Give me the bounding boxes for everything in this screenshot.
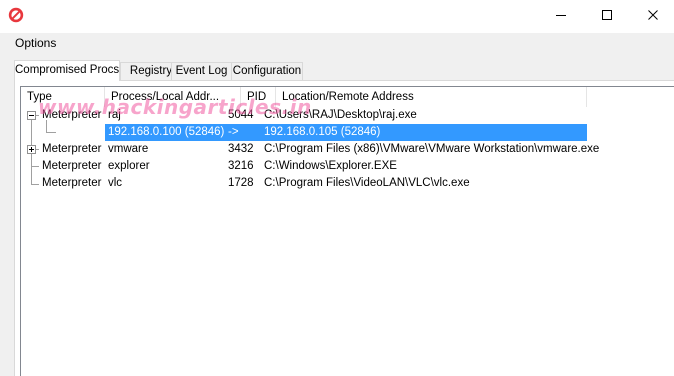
cell-pid: 3432 [228, 143, 254, 155]
column-header-location[interactable]: Location/Remote Address [276, 87, 587, 107]
cell-location: C:\Program Files (x86)\VMware\VMware Wor… [264, 143, 600, 155]
close-icon [648, 10, 658, 20]
cell-process: vmware [108, 143, 149, 155]
cell-type: Meterpreter [42, 160, 102, 172]
list-item[interactable]: Meterpreter vmware 3432 C:\Program Files… [21, 141, 599, 158]
tab-event-log[interactable]: Event Log [171, 62, 232, 80]
maximize-icon [602, 10, 612, 20]
close-button[interactable] [630, 0, 674, 30]
cell-process: explorer [108, 160, 150, 172]
app-icon [8, 7, 24, 23]
cell-pid: 1728 [228, 177, 254, 189]
list-item-selected[interactable]: 192.168.0.100 (52846) -> 192.168.0.105 (… [105, 124, 587, 141]
cell-remote-address: 192.168.0.105 (52846) [264, 126, 381, 138]
cell-process: vlc [108, 177, 123, 189]
cell-location: C:\Windows\Explorer.EXE [264, 160, 397, 172]
cell-direction: -> [228, 126, 239, 138]
cell-type: Meterpreter [42, 177, 102, 189]
minimize-icon [556, 15, 566, 16]
cell-local-address: 192.168.0.100 (52846) [108, 126, 225, 138]
cell-type: Meterpreter [42, 143, 102, 155]
tab-configuration[interactable]: Configuration [231, 62, 303, 80]
list-item[interactable]: Meterpreter explorer 3216 C:\Windows\Exp… [21, 158, 587, 175]
cell-pid: 3216 [228, 160, 254, 172]
minimize-button[interactable] [538, 0, 584, 30]
maximize-button[interactable] [584, 0, 630, 30]
watermark: www.hackingarticles.in [38, 95, 312, 119]
tab-compromised-procs[interactable]: Compromised Procs [14, 60, 120, 81]
menu-options[interactable]: Options [8, 35, 63, 51]
cell-location: C:\Program Files\VideoLAN\VLC\vlc.exe [264, 177, 470, 189]
list-item[interactable]: Meterpreter vlc 1728 C:\Program Files\Vi… [21, 175, 587, 192]
menu-bar: Options [0, 33, 674, 53]
title-bar [0, 0, 674, 30]
